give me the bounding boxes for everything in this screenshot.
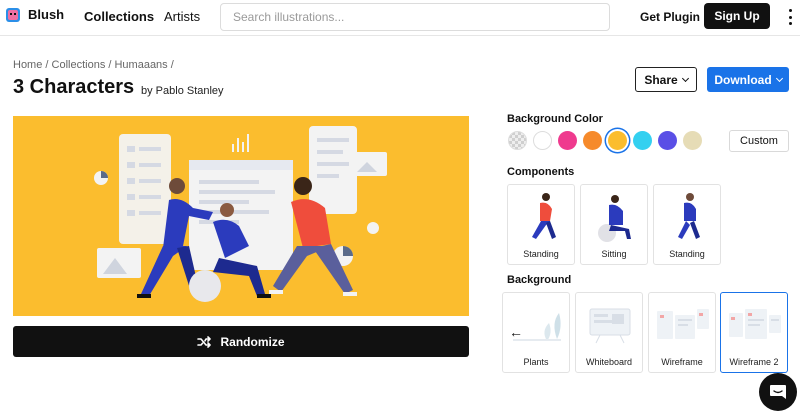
swatch-transparent[interactable] bbox=[508, 131, 527, 150]
top-nav: Blush Collections Artists Get Plugin Sig… bbox=[0, 0, 800, 36]
search-input[interactable] bbox=[220, 3, 610, 31]
download-label: Download bbox=[714, 72, 772, 87]
custom-color-button[interactable]: Custom bbox=[729, 130, 789, 152]
standing-character-thumbnail bbox=[532, 193, 556, 239]
background-caption: Plants bbox=[523, 357, 549, 367]
component-card-sitting[interactable]: Sitting bbox=[580, 184, 648, 265]
chevron-down-icon bbox=[775, 74, 783, 82]
swatch-cyan[interactable] bbox=[633, 131, 652, 150]
background-color-label: Background Color bbox=[507, 113, 603, 125]
breadcrumb[interactable]: Home / Collections / Humaaans / bbox=[13, 59, 174, 71]
share-button[interactable]: Share bbox=[635, 67, 697, 92]
swatch-beige[interactable] bbox=[683, 131, 702, 150]
more-menu-icon[interactable] bbox=[787, 9, 793, 25]
background-card-wireframe[interactable]: Wireframe bbox=[648, 292, 716, 373]
component-caption: Standing bbox=[669, 249, 705, 259]
components-label: Components bbox=[507, 166, 575, 178]
get-plugin-link[interactable]: Get Plugin bbox=[640, 10, 700, 24]
standing-character-thumbnail bbox=[678, 193, 700, 239]
wireframe-thumbnail bbox=[657, 309, 709, 339]
background-label: Background bbox=[507, 274, 572, 286]
illustration-canvas bbox=[13, 116, 469, 316]
scroll-left-arrow-icon[interactable]: ← bbox=[509, 325, 527, 339]
background-caption: Whiteboard bbox=[585, 357, 633, 367]
wireframe-2-thumbnail bbox=[729, 309, 781, 339]
chat-widget-button[interactable] bbox=[759, 373, 797, 411]
background-card-wireframe-2[interactable]: Wireframe 2 bbox=[720, 292, 788, 373]
swatch-purple[interactable] bbox=[658, 131, 677, 150]
sign-up-button[interactable]: Sign Up bbox=[704, 3, 770, 29]
background-caption: Wireframe bbox=[661, 357, 703, 367]
logo-text: Blush bbox=[28, 7, 65, 22]
swatch-white[interactable] bbox=[533, 131, 552, 150]
sitting-character-thumbnail bbox=[598, 195, 631, 242]
blush-logo-icon bbox=[6, 7, 20, 22]
whiteboard-thumbnail bbox=[589, 308, 631, 344]
component-caption: Sitting bbox=[601, 249, 627, 259]
nav-collections[interactable]: Collections bbox=[84, 9, 154, 24]
randomize-label: Randomize bbox=[220, 334, 285, 349]
three-characters-illustration bbox=[94, 126, 387, 302]
swatch-pink[interactable] bbox=[558, 131, 577, 150]
chevron-down-icon bbox=[681, 74, 689, 82]
logo[interactable]: Blush bbox=[6, 7, 64, 22]
author-credit[interactable]: by Pablo Stanley bbox=[141, 85, 224, 97]
nav-artists[interactable]: Artists bbox=[164, 9, 200, 24]
component-card-standing-1[interactable]: Standing bbox=[507, 184, 575, 265]
component-caption: Standing bbox=[523, 249, 559, 259]
shuffle-icon bbox=[197, 335, 212, 348]
swatch-orange[interactable] bbox=[583, 131, 602, 150]
download-button[interactable]: Download bbox=[707, 67, 789, 92]
share-label: Share bbox=[644, 72, 678, 87]
randomize-button[interactable]: Randomize bbox=[13, 326, 469, 357]
swatch-yellow-selected[interactable] bbox=[608, 131, 627, 150]
chat-icon bbox=[770, 385, 786, 399]
background-card-whiteboard[interactable]: Whiteboard bbox=[575, 292, 643, 373]
component-card-standing-2[interactable]: Standing bbox=[653, 184, 721, 265]
page-title: 3 Characters bbox=[13, 76, 135, 98]
background-caption: Wireframe 2 bbox=[729, 357, 779, 367]
